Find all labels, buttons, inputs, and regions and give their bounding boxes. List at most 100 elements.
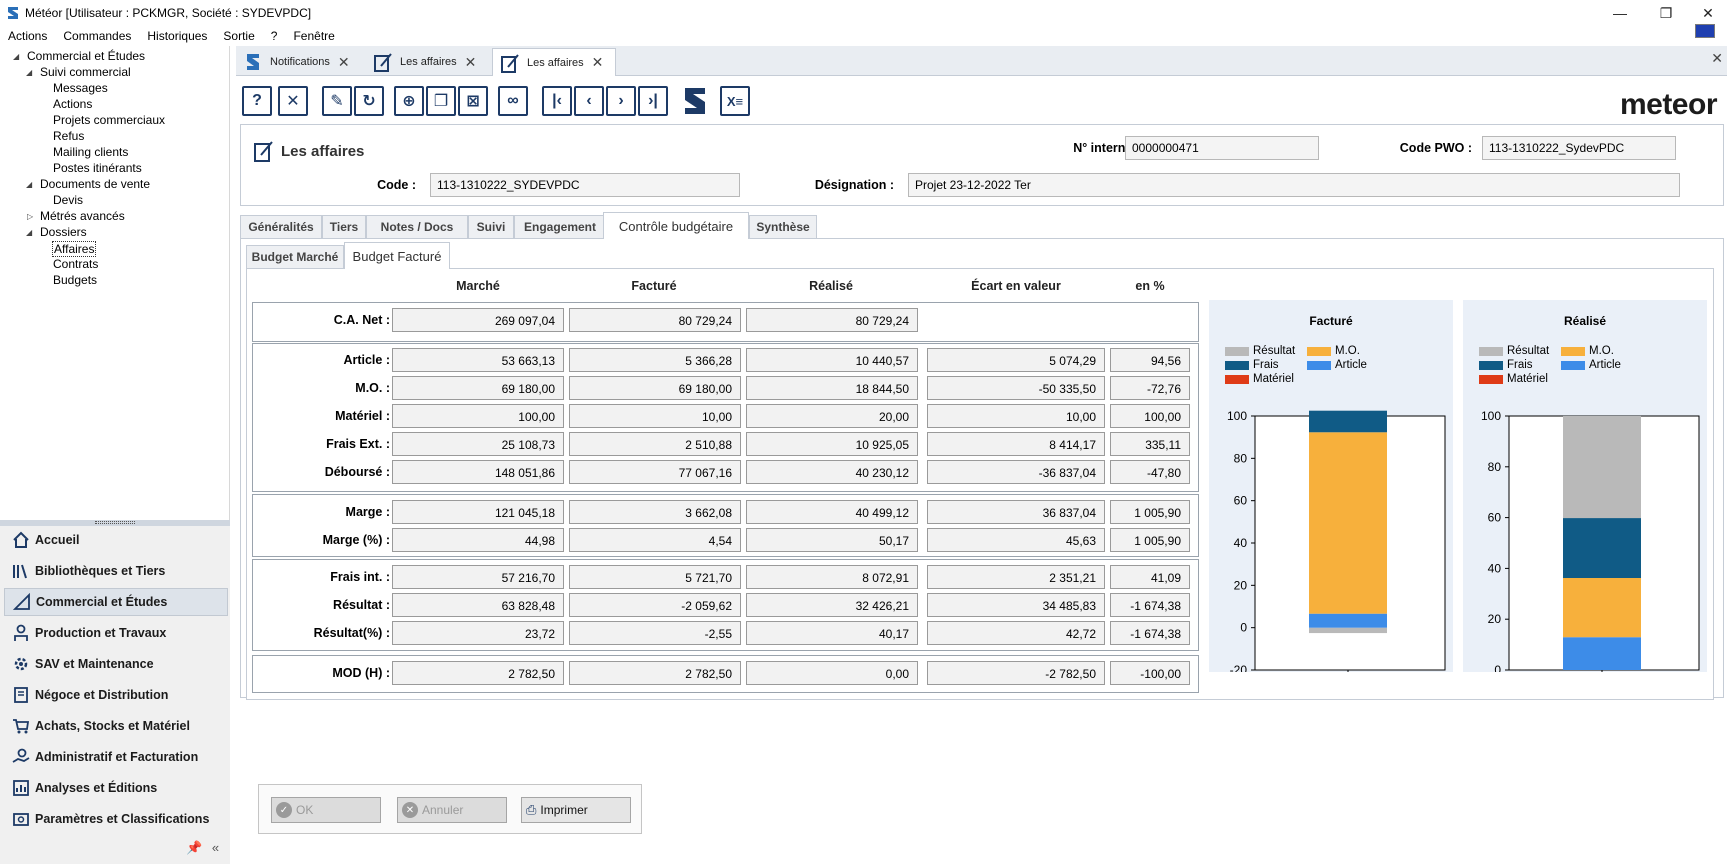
- tree-item-suivi-commercial[interactable]: Suivi commercial: [40, 65, 131, 79]
- grid-cell[interactable]: 44,98: [392, 528, 564, 552]
- close-button[interactable]: ✕: [278, 86, 308, 116]
- grid-cell[interactable]: 57 216,70: [392, 565, 564, 589]
- grid-cell[interactable]: 2 782,50: [569, 661, 741, 685]
- grid-cell[interactable]: 100,00: [392, 404, 564, 428]
- grid-cell[interactable]: 69 180,00: [392, 376, 564, 400]
- expand-icon[interactable]: ◢: [26, 180, 32, 189]
- tree-item-postes[interactable]: Postes itinérants: [53, 161, 142, 175]
- grid-cell[interactable]: 121 045,18: [392, 500, 564, 524]
- num-interne-field[interactable]: 0000000471: [1125, 136, 1319, 160]
- annuler-button[interactable]: ✕ Annuler: [397, 797, 507, 823]
- grid-cell[interactable]: 1 005,90: [1110, 528, 1190, 552]
- nav-parametres[interactable]: Paramètres et Classifications: [4, 805, 228, 833]
- close-all-icon[interactable]: ✕: [1711, 50, 1723, 67]
- help-button[interactable]: ?: [242, 86, 272, 116]
- grid-cell[interactable]: 63 828,48: [392, 593, 564, 617]
- grid-cell[interactable]: 2 510,88: [569, 432, 741, 456]
- tree-item-actions[interactable]: Actions: [53, 97, 92, 111]
- subtab-budget-facture[interactable]: Budget Facturé: [344, 242, 450, 269]
- grid-cell[interactable]: 80 729,24: [746, 308, 918, 332]
- tab-notes-docs[interactable]: Notes / Docs: [366, 215, 468, 238]
- nav-negoce[interactable]: Négoce et Distribution: [4, 681, 228, 709]
- grid-cell[interactable]: -2,55: [569, 621, 741, 645]
- grid-cell[interactable]: 40,17: [746, 621, 918, 645]
- subtab-budget-marche[interactable]: Budget Marché: [246, 245, 344, 268]
- grid-cell[interactable]: -2 059,62: [569, 593, 741, 617]
- ok-button[interactable]: ✓ OK: [271, 797, 381, 823]
- previous-button[interactable]: ‹: [574, 86, 604, 116]
- grid-cell[interactable]: -36 837,04: [927, 460, 1105, 484]
- close-tab-icon[interactable]: ✕: [465, 54, 477, 71]
- grid-cell[interactable]: -47,80: [1110, 460, 1190, 484]
- grid-cell[interactable]: 50,17: [746, 528, 918, 552]
- grid-cell[interactable]: 34 485,83: [927, 593, 1105, 617]
- close-tab-icon[interactable]: ✕: [592, 54, 604, 71]
- restore-button[interactable]: ❐: [1646, 2, 1686, 24]
- grid-cell[interactable]: 100,00: [1110, 404, 1190, 428]
- expand-icon[interactable]: ◢: [13, 52, 19, 61]
- tree-item-contrats[interactable]: Contrats: [53, 257, 98, 271]
- grid-cell[interactable]: 1 005,90: [1110, 500, 1190, 524]
- grid-cell[interactable]: 10 925,05: [746, 432, 918, 456]
- first-button[interactable]: |‹: [542, 86, 572, 116]
- tree-item-devis[interactable]: Devis: [53, 193, 83, 207]
- grid-cell[interactable]: 335,11: [1110, 432, 1190, 456]
- menu-actions[interactable]: Actions: [0, 29, 55, 43]
- tree-item-projets[interactable]: Projets commerciaux: [53, 113, 165, 127]
- expand-icon[interactable]: ◢: [26, 68, 32, 77]
- grid-cell[interactable]: -50 335,50: [927, 376, 1105, 400]
- next-button[interactable]: ›: [606, 86, 636, 116]
- tab-controle-budgetaire[interactable]: Contrôle budgétaire: [603, 212, 749, 239]
- tab-suivi[interactable]: Suivi: [468, 215, 514, 238]
- grid-cell[interactable]: 80 729,24: [569, 308, 741, 332]
- grid-cell[interactable]: 25 108,73: [392, 432, 564, 456]
- grid-cell[interactable]: 94,56: [1110, 348, 1190, 372]
- menu-commandes[interactable]: Commandes: [55, 29, 139, 43]
- tree-item-budgets[interactable]: Budgets: [53, 273, 97, 287]
- grid-cell[interactable]: 0,00: [746, 661, 918, 685]
- doctab-notifications[interactable]: Notifications ✕: [236, 48, 362, 76]
- grid-cell[interactable]: 10,00: [569, 404, 741, 428]
- nav-commercial[interactable]: Commercial et Études: [4, 588, 228, 616]
- grid-cell[interactable]: 77 067,16: [569, 460, 741, 484]
- tab-synthese[interactable]: Synthèse: [749, 215, 817, 238]
- doctab-affaires-1[interactable]: Les affaires ✕: [366, 48, 490, 76]
- grid-cell[interactable]: 4,54: [569, 528, 741, 552]
- duplicate-button[interactable]: ❐: [426, 86, 456, 116]
- grid-cell[interactable]: -72,76: [1110, 376, 1190, 400]
- nav-production[interactable]: Production et Travaux: [4, 619, 228, 647]
- nav-sav[interactable]: SAV et Maintenance: [4, 650, 228, 678]
- tab-engagement[interactable]: Engagement: [514, 215, 606, 238]
- grid-cell[interactable]: 5 721,70: [569, 565, 741, 589]
- grid-cell[interactable]: 23,72: [392, 621, 564, 645]
- grid-cell[interactable]: -1 674,38: [1110, 621, 1190, 645]
- collapse-panel-icon[interactable]: «: [212, 840, 219, 855]
- grid-cell[interactable]: 40 230,12: [746, 460, 918, 484]
- pin-icon[interactable]: 📌: [186, 840, 202, 855]
- expand-icon[interactable]: ◢: [26, 228, 32, 237]
- meteor-icon[interactable]: [680, 84, 710, 118]
- menu-help[interactable]: ?: [263, 29, 286, 43]
- menu-sortie[interactable]: Sortie: [215, 29, 262, 43]
- grid-cell[interactable]: 10,00: [927, 404, 1105, 428]
- designation-field[interactable]: Projet 23-12-2022 Ter: [908, 173, 1680, 197]
- menu-fenetre[interactable]: Fenêtre: [285, 29, 342, 43]
- tree-item-messages[interactable]: Messages: [53, 81, 108, 95]
- nav-analyses[interactable]: Analyses et Éditions: [4, 774, 228, 802]
- nav-accueil[interactable]: Accueil: [4, 526, 228, 554]
- excel-export-button[interactable]: X≡: [720, 86, 750, 116]
- last-button[interactable]: ›|: [638, 86, 668, 116]
- grid-cell[interactable]: 20,00: [746, 404, 918, 428]
- grid-cell[interactable]: 3 662,08: [569, 500, 741, 524]
- code-pwo-field[interactable]: 113-1310222_SydevPDC: [1482, 136, 1676, 160]
- tree-item-affaires[interactable]: Affaires: [52, 241, 97, 257]
- grid-cell[interactable]: 8 072,91: [746, 565, 918, 589]
- grid-cell[interactable]: 269 097,04: [392, 308, 564, 332]
- tree-item-mailing[interactable]: Mailing clients: [53, 145, 128, 159]
- add-button[interactable]: ⊕: [394, 86, 424, 116]
- grid-cell[interactable]: 148 051,86: [392, 460, 564, 484]
- collapse-icon[interactable]: ▷: [27, 212, 33, 221]
- tree-item-metres[interactable]: Métrés avancés: [40, 209, 125, 223]
- grid-cell[interactable]: -2 782,50: [927, 661, 1105, 685]
- tab-tiers[interactable]: Tiers: [322, 215, 366, 238]
